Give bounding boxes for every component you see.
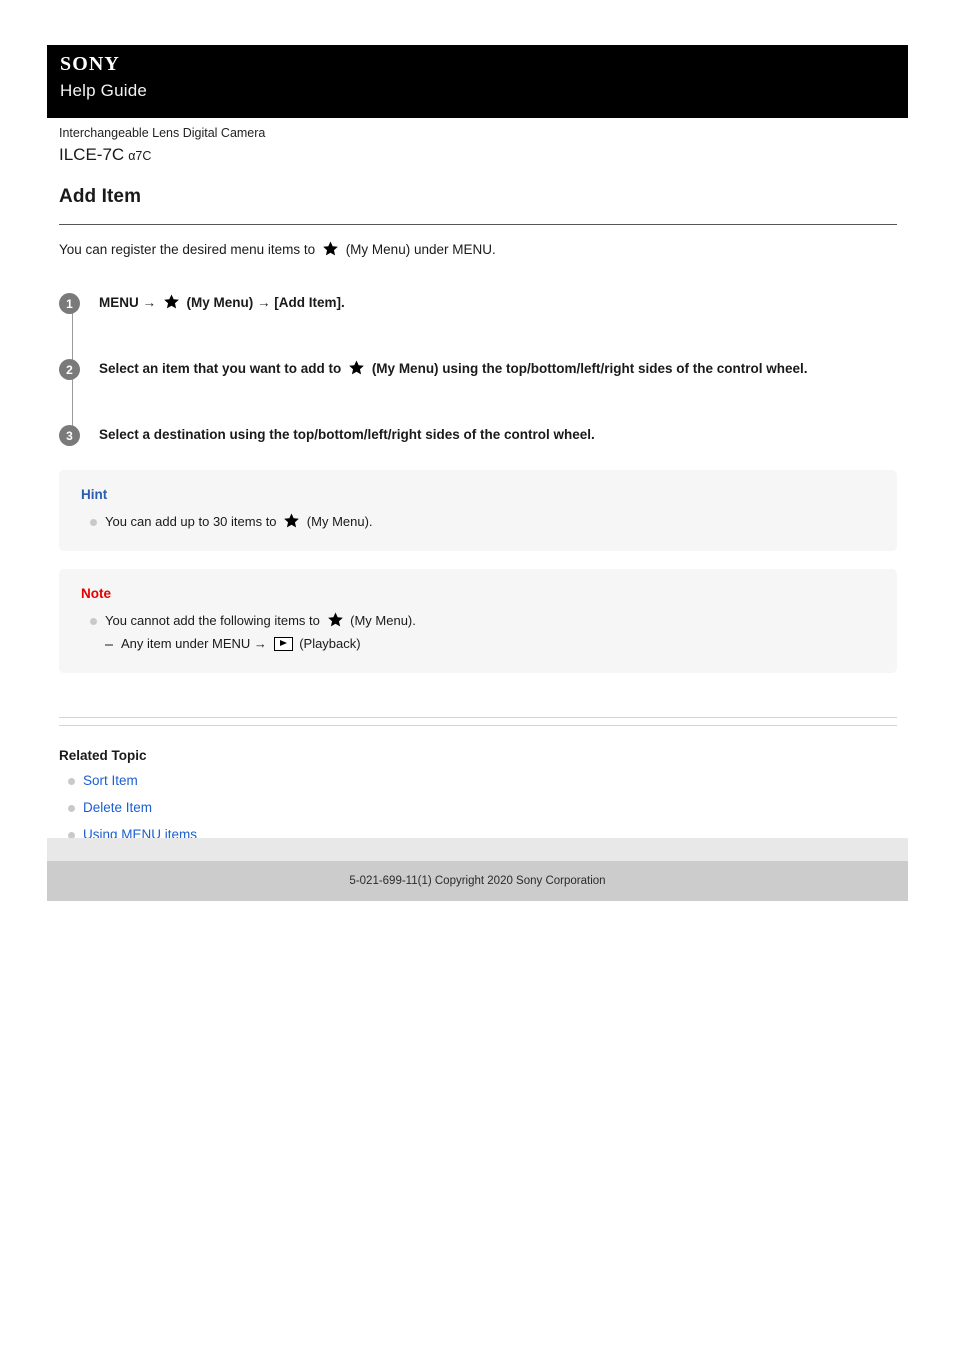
procedure-steps: 1 MENU → (My Menu) → [Add Item]. 2 Selec…	[59, 292, 897, 446]
list-item: Sort Item	[59, 772, 897, 790]
help-guide-title: Help Guide	[60, 81, 148, 100]
star-icon	[284, 513, 300, 528]
star-icon	[323, 241, 338, 256]
note-title: Note	[81, 586, 111, 601]
header-banner: SONY Help Guide	[47, 45, 908, 118]
note-text-after: (My Menu).	[350, 613, 416, 628]
intro-text-before: You can register the desired menu items …	[59, 242, 316, 257]
list-item: You can add up to 30 items to (My Menu).	[81, 511, 875, 532]
related-topic-list: Sort Item Delete Item Using MENU items	[59, 772, 897, 844]
hint-text-after: (My Menu).	[306, 514, 373, 529]
step-text-before: Select an item that you want to add to	[99, 361, 342, 376]
product-identification: Interchangeable Lens Digital Camera ILCE…	[59, 125, 899, 168]
note-sub-text-before: Any item under MENU →	[121, 636, 267, 651]
intro-text-after: (My Menu) under MENU.	[345, 242, 496, 257]
hint-list: You can add up to 30 items to (My Menu).	[81, 511, 875, 532]
step-item-3: 3 Select a destination using the top/bot…	[59, 424, 897, 446]
star-icon	[163, 294, 179, 309]
step-text-before: MENU →	[99, 295, 156, 310]
step-text: MENU → (My Menu) → [Add Item].	[99, 292, 345, 313]
list-item: Any item under MENU → (Playback)	[105, 633, 875, 654]
title-divider	[59, 224, 897, 225]
hint-title: Hint	[81, 487, 108, 502]
note-sub-text-after: (Playback)	[299, 636, 361, 651]
step-text: Select an item that you want to add to (…	[99, 358, 808, 379]
note-callout: Note You cannot add the following items …	[59, 569, 897, 673]
related-topic-heading: Related Topic	[59, 748, 147, 763]
star-icon	[349, 360, 364, 375]
playback-icon	[273, 637, 293, 651]
product-model: ILCE-7C α7C	[59, 143, 899, 168]
help-guide-page: SONY Help Guide Interchangeable Lens Dig…	[0, 0, 954, 1350]
footer-spacer-band	[47, 838, 908, 861]
sony-logo: SONY	[60, 53, 120, 75]
step-text: Select a destination using the top/botto…	[99, 424, 595, 445]
step-item-1: 1 MENU → (My Menu) → [Add Item].	[59, 292, 897, 314]
product-model-number: ILCE-7C	[59, 145, 125, 164]
note-text-before: You cannot add the following items to	[105, 613, 320, 628]
hint-text-before: You can add up to 30 items to	[105, 514, 277, 529]
page-title: Add Item	[59, 186, 142, 207]
intro-paragraph: You can register the desired menu items …	[59, 240, 897, 260]
product-category: Interchangeable Lens Digital Camera	[59, 126, 266, 140]
step-text-before: Select a destination using the top/botto…	[99, 427, 595, 442]
footer-bar: 5-021-699-11(1) Copyright 2020 Sony Corp…	[47, 861, 908, 901]
step-item-2: 2 Select an item that you want to add to…	[59, 358, 897, 380]
note-sub-list: Any item under MENU → (Playback)	[105, 633, 875, 654]
step-text-after: (My Menu) using the top/bottom/left/righ…	[371, 361, 808, 376]
list-item: You cannot add the following items to (M…	[81, 610, 875, 654]
related-link-delete-item[interactable]: Delete Item	[83, 800, 152, 815]
footer-copyright: 5-021-699-11(1) Copyright 2020 Sony Corp…	[349, 875, 606, 887]
related-link-sort-item[interactable]: Sort Item	[83, 773, 138, 788]
related-divider-top	[59, 717, 897, 718]
article-body: Add Item You can register the desired me…	[59, 186, 897, 853]
star-icon	[327, 612, 343, 627]
note-list: You cannot add the following items to (M…	[81, 610, 875, 654]
related-section: Related Topic Sort Item Delete Item Usin…	[59, 717, 897, 844]
step-number-badge: 1	[59, 293, 80, 314]
list-item: Delete Item	[59, 799, 897, 817]
hint-callout: Hint You can add up to 30 items to (My M…	[59, 470, 897, 551]
step-text-after: (My Menu) → [Add Item].	[186, 295, 345, 310]
step-number-badge: 2	[59, 359, 80, 380]
related-divider-bottom	[59, 725, 897, 726]
step-number-badge: 3	[59, 425, 80, 446]
product-model-alias: α7C	[128, 149, 152, 163]
